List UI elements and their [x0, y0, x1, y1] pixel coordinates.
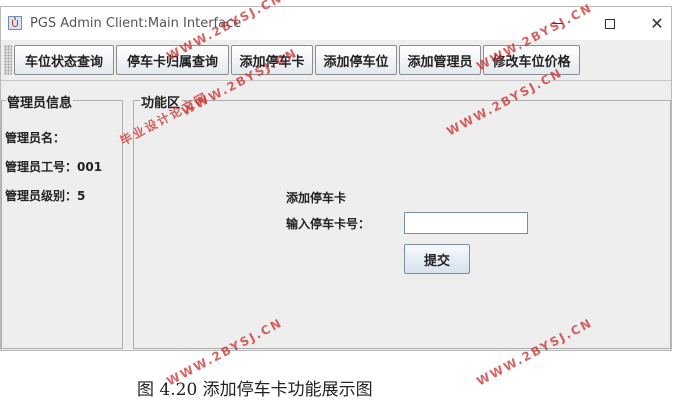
admin-level-value: 5	[77, 189, 86, 203]
admin-info-panel: 管理员信息 管理员名： 管理员工号：001 管理员级别：5	[1, 92, 123, 349]
admin-name-row: 管理员名：	[5, 129, 65, 146]
function-area-legend: 功能区	[140, 92, 182, 111]
form-title: 添加停车卡	[286, 191, 347, 205]
toolbar-grip-handle[interactable]	[4, 45, 12, 75]
admin-level-label: 管理员级别：	[5, 189, 78, 203]
close-button[interactable]: ✕	[634, 7, 673, 40]
add-parking-space-button[interactable]: 添加停车位	[315, 45, 397, 75]
admin-info-legend: 管理员信息	[6, 92, 74, 111]
admin-id-label: 管理员工号：	[5, 160, 78, 174]
window-title: PGS Admin Client:Main Interface	[30, 16, 242, 31]
submit-button[interactable]: 提交	[404, 244, 470, 274]
maximize-icon	[605, 18, 615, 29]
modify-price-button[interactable]: 修改车位价格	[483, 45, 580, 75]
card-owner-query-button[interactable]: 停车卡归属查询	[116, 45, 229, 75]
admin-id-row: 管理员工号：001	[5, 158, 102, 175]
add-admin-button[interactable]: 添加管理员	[399, 45, 481, 75]
function-panel: 功能区	[133, 92, 671, 349]
admin-level-row: 管理员级别：5	[5, 187, 85, 204]
minimize-button[interactable]	[534, 7, 580, 40]
toolbar: 车位状态查询 停车卡归属查询 添加停车卡 添加停车位 添加管理员 修改车位价格	[1, 41, 671, 81]
close-icon: ✕	[650, 14, 664, 33]
title-bar: PGS Admin Client:Main Interface ✕	[1, 7, 671, 40]
parking-status-query-button[interactable]: 车位状态查询	[14, 45, 114, 75]
card-number-label: 输入停车卡号：	[286, 217, 371, 231]
maximize-button[interactable]	[587, 7, 633, 40]
card-number-input[interactable]	[404, 212, 528, 234]
main-window: PGS Admin Client:Main Interface ✕ 车位状态查询…	[0, 6, 672, 351]
minimize-icon	[551, 23, 563, 24]
figure-caption: 图 4.20 添加停车卡功能展示图	[137, 380, 373, 400]
java-app-icon	[8, 16, 22, 30]
admin-name-label: 管理员名：	[5, 131, 66, 145]
add-parking-card-button[interactable]: 添加停车卡	[231, 45, 313, 75]
admin-id-value: 001	[77, 160, 103, 174]
